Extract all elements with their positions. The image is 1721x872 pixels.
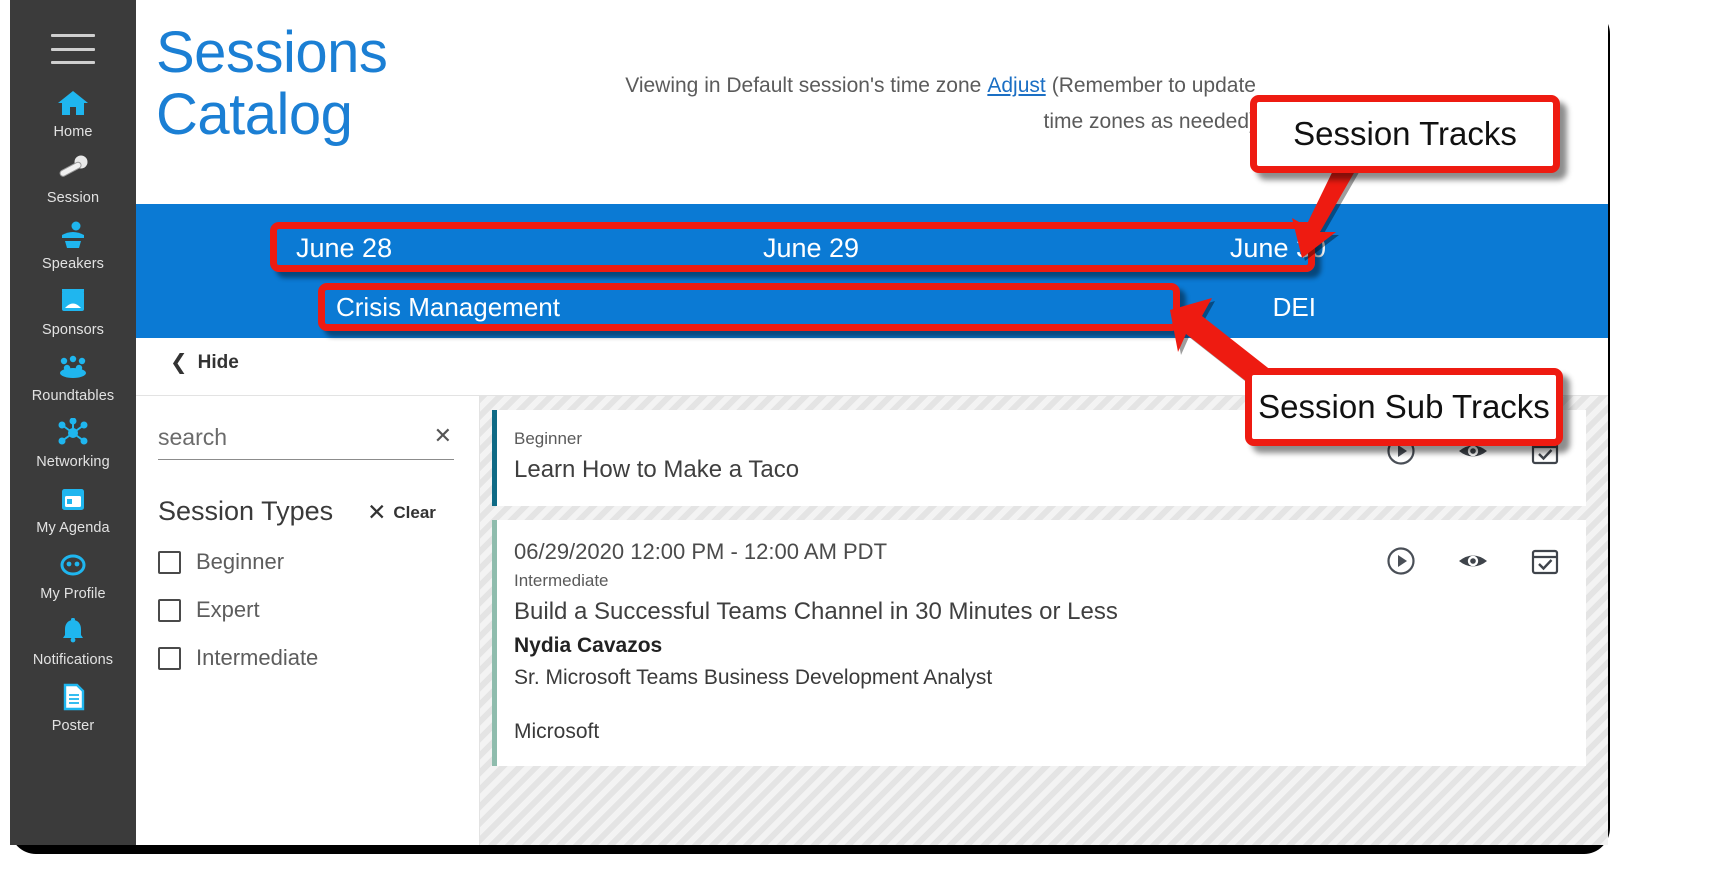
sidebar-item-poster[interactable]: Poster <box>10 676 136 742</box>
filters-panel: ✕ Session Types ✕ Clear Beginner Expert … <box>136 396 480 845</box>
hide-filters-button[interactable]: ❮ Hide <box>170 350 239 375</box>
hide-label: Hide <box>197 351 239 373</box>
sponsors-booth-icon <box>10 286 136 320</box>
timezone-notice: Viewing in Default session's time zone Ad… <box>616 68 1256 140</box>
bell-icon <box>10 616 136 650</box>
sidebar-item-label: My Agenda <box>36 520 110 536</box>
close-icon: ✕ <box>367 499 387 525</box>
sidebar-item-roundtables[interactable]: Roundtables <box>10 346 136 412</box>
calendar-check-icon[interactable] <box>1530 546 1560 581</box>
sidebar-nav: Home Session Speakers Sponsors Roundtabl… <box>10 0 136 845</box>
sidebar-item-my-profile[interactable]: My Profile <box>10 544 136 610</box>
sidebar-item-speakers[interactable]: Speakers <box>10 214 136 280</box>
subtrack-tab-dei[interactable]: DEI <box>1273 286 1316 328</box>
session-actions <box>1386 546 1560 581</box>
filter-section-title: Session Types <box>158 496 334 526</box>
track-tab-june-28[interactable]: June 28 <box>296 226 392 270</box>
checkbox-expert[interactable] <box>158 598 181 622</box>
sidebar-item-label: Home <box>53 124 93 140</box>
speaker-podium-icon <box>10 220 136 254</box>
session-tracks-row: June 28 June 29 June 30 <box>296 226 1326 270</box>
sidebar-item-sponsors[interactable]: Sponsors <box>10 280 136 346</box>
sidebar-item-label: Poster <box>51 718 95 734</box>
adjust-timezone-link[interactable]: Adjust <box>987 74 1045 97</box>
subtrack-tab-crisis-management[interactable]: Crisis Management <box>336 286 560 328</box>
sidebar-item-home[interactable]: Home <box>10 82 136 148</box>
session-title: Build a Successful Teams Channel in 30 M… <box>514 598 1118 625</box>
checkbox-intermediate[interactable] <box>158 646 181 670</box>
tracks-band: June 28 June 29 June 30 Crisis Managemen… <box>136 204 1608 338</box>
checkbox-beginner[interactable] <box>158 550 181 574</box>
sidebar-item-label: Session <box>46 190 100 206</box>
filter-option-intermediate[interactable]: Intermediate <box>158 645 453 671</box>
sidebar-item-session[interactable]: Session <box>10 148 136 214</box>
clear-search-icon[interactable]: ✕ <box>434 425 452 447</box>
session-speaker-role: Sr. Microsoft Teams Business Development… <box>514 666 993 689</box>
calendar-icon <box>10 484 136 518</box>
annotation-callout-session-subtracks: Session Sub Tracks <box>1245 368 1563 446</box>
sidebar-item-notifications[interactable]: Notifications <box>10 610 136 676</box>
chevron-left-icon: ❮ <box>170 351 188 374</box>
annotation-callout-session-tracks: Session Tracks <box>1250 95 1560 173</box>
session-subtracks-row: Crisis Management DEI <box>336 286 1316 328</box>
home-icon <box>10 88 136 122</box>
filter-option-label: Beginner <box>196 549 285 574</box>
page-title: Sessions Catalog <box>156 20 388 147</box>
sidebar-item-label: My Profile <box>40 586 106 602</box>
microphone-icon <box>10 154 136 188</box>
track-tab-june-30[interactable]: June 30 <box>1230 226 1326 270</box>
annotation-callout-label: Session Tracks <box>1293 115 1517 152</box>
track-tab-june-29[interactable]: June 29 <box>763 226 859 270</box>
sidebar-item-label: Roundtables <box>31 388 115 404</box>
timezone-reminder-text: (Remember to update time zones as needed… <box>1043 74 1256 133</box>
search-field-wrapper: ✕ <box>158 424 454 460</box>
clear-filters-label: Clear <box>393 502 436 522</box>
filter-option-label: Intermediate <box>196 645 319 670</box>
search-input[interactable] <box>158 424 408 451</box>
filter-section-header: Session Types ✕ Clear <box>158 496 453 527</box>
sidebar-item-label: Notifications <box>32 652 114 668</box>
session-speaker-org: Microsoft <box>514 720 600 743</box>
session-speaker-name: Nydia Cavazos <box>514 634 663 657</box>
roundtable-group-icon <box>10 352 136 386</box>
document-icon <box>10 682 136 716</box>
networking-nodes-icon <box>10 418 136 452</box>
sidebar-item-label: Sponsors <box>41 322 105 338</box>
filter-option-expert[interactable]: Expert <box>158 597 453 623</box>
play-circle-icon[interactable] <box>1386 546 1416 581</box>
timezone-notice-text: Viewing in Default session's time zone <box>625 74 982 97</box>
sidebar-item-my-agenda[interactable]: My Agenda <box>10 478 136 544</box>
eye-icon[interactable] <box>1456 546 1490 581</box>
screenshot-root: Home Session Speakers Sponsors Roundtabl… <box>0 0 1721 872</box>
filter-option-label: Expert <box>196 597 260 622</box>
hamburger-menu-icon[interactable] <box>51 34 95 64</box>
sidebar-item-networking[interactable]: Networking <box>10 412 136 478</box>
profile-face-icon <box>10 550 136 584</box>
sidebar-item-label: Speakers <box>41 256 105 272</box>
session-card[interactable]: 06/29/2020 12:00 PM - 12:00 AM PDT Inter… <box>492 520 1586 766</box>
sessions-list[interactable]: Beginner Learn How to Make a Taco 06/29/… <box>480 396 1608 845</box>
sidebar-item-label: Networking <box>36 454 110 470</box>
filter-option-beginner[interactable]: Beginner <box>158 549 453 575</box>
annotation-callout-label: Session Sub Tracks <box>1258 388 1550 425</box>
clear-filters-button[interactable]: ✕ Clear <box>367 499 436 526</box>
